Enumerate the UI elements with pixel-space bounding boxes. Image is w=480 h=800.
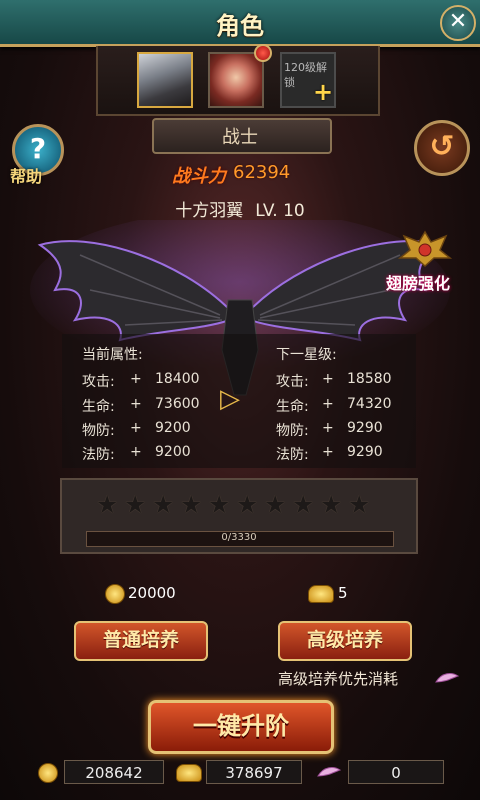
star-row: ★ ★ ★ ★ ★ ★ ★ ★ ★ ★ [96,490,376,519]
plus-icon: + [313,78,334,106]
star-icon: ★ [292,490,315,519]
stat-label: 物防: [82,423,115,439]
stat-label: 攻击: [82,374,115,390]
star-icon: ★ [124,490,147,519]
stat-next-value: 9290 [347,444,383,460]
combat-power-value: 62394 [233,162,291,183]
star-icon: ★ [236,490,259,519]
stat-sign: + [322,371,334,387]
gold-ingot-icon [308,585,334,603]
stat-next-value: 9290 [347,420,383,436]
feather-icon [317,767,342,777]
coin-cost: 20000 [128,584,176,602]
return-icon[interactable]: ↺ [414,120,470,176]
wing-name: 十方羽翼 [175,201,244,221]
star-icon: ★ [264,490,287,519]
wing-title: 十方羽翼 LV. 10 [0,196,480,221]
stat-sign: + [322,444,334,460]
portrait-female-hero[interactable] [208,52,264,108]
star-icon: ★ [180,490,203,519]
stat-current-value: 73600 [155,396,200,412]
stat-sign: + [130,396,142,412]
portrait-warrior[interactable] [137,52,193,108]
wing-level: LV. 10 [255,201,305,221]
stat-sign: + [130,444,142,460]
stat-label: 生命: [276,399,309,415]
feather-icon [435,673,460,683]
help-label[interactable]: 帮助 [10,163,42,187]
stat-sign: + [130,371,142,387]
star-icon: ★ [348,490,371,519]
star-icon: ★ [320,490,343,519]
wing-enhance-label[interactable]: 翅膀强化 [386,270,450,294]
coin-balance: 208642 [64,760,164,784]
next-stats-header: 下一星级: [276,347,337,363]
stat-label: 攻击: [276,374,309,390]
stat-current-value: 9200 [155,444,191,460]
stat-next-value: 18580 [347,371,392,387]
normal-cultivate-button[interactable]: 普通培养 [74,621,208,661]
progress-text: 0/3330 [221,532,257,543]
stat-label: 法防: [82,447,115,463]
current-stats-header: 当前属性: [82,347,143,363]
star-icon: ★ [152,490,175,519]
feather-balance: 0 [348,760,444,784]
priority-consume-text: 高级培养优先消耗 [278,670,399,688]
stat-label: 生命: [82,399,115,415]
stat-label: 物防: [276,423,309,439]
wing-enhance-icon[interactable] [398,228,452,268]
stat-sign: + [322,420,334,436]
coin-icon [105,584,125,604]
class-tab-label: 战士 [222,127,258,148]
gold-cost: 5 [338,584,348,602]
arrow-right-icon: ▷ [220,384,240,414]
gold-balance: 378697 [206,760,302,784]
close-button[interactable]: ✕ [440,5,476,41]
one-click-upgrade-button[interactable]: 一键升阶 [148,700,334,754]
notification-dot-icon [254,44,272,62]
stat-current-value: 9200 [155,420,191,436]
combat-power-label: 战斗力 [172,166,226,187]
stat-current-value: 18400 [155,371,200,387]
star-icon: ★ [208,490,231,519]
advanced-cultivate-button[interactable]: 高级培养 [278,621,412,661]
gold-ingot-icon [176,764,202,782]
stat-sign: + [130,420,142,436]
star-icon: ★ [96,490,119,519]
coin-icon [38,763,58,783]
stat-sign: + [322,396,334,412]
page-title: 角色 [216,11,264,40]
stat-label: 法防: [276,447,309,463]
stat-next-value: 74320 [347,396,392,412]
